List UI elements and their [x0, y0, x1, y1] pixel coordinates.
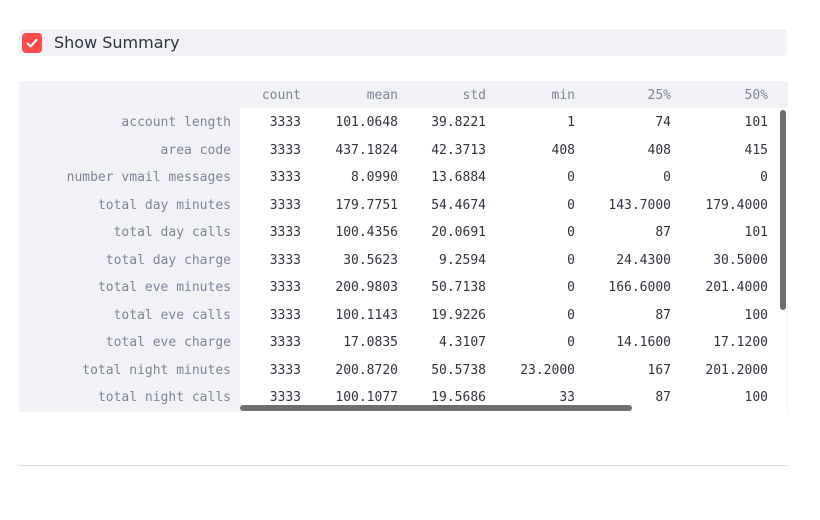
- row-label: account length: [121, 115, 231, 130]
- table-cell: 0: [567, 308, 575, 323]
- column-header[interactable]: std: [463, 88, 486, 104]
- table-cell: 0: [567, 198, 575, 213]
- table-cell: 24.4300: [616, 253, 671, 268]
- row-label: area code: [160, 143, 231, 158]
- table-cell: 100.1077: [335, 390, 398, 405]
- table-cell: 30.5000: [713, 253, 768, 268]
- row-label: total eve charge: [105, 335, 231, 350]
- table-cell: 87: [655, 225, 671, 240]
- table-cell: 3333: [269, 390, 301, 405]
- table-cell: 0: [760, 170, 768, 185]
- column-header[interactable]: 50%: [745, 88, 768, 104]
- table-cell: 201.2000: [705, 363, 768, 378]
- table-cell: 143.7000: [608, 198, 671, 213]
- section-divider: [19, 465, 787, 466]
- table-cell: 8.0990: [351, 170, 398, 185]
- table-cell: 101: [744, 225, 768, 240]
- table-cell: 200.9803: [335, 280, 398, 295]
- row-label: total eve calls: [113, 308, 231, 323]
- table-cell: 17.1200: [713, 335, 768, 350]
- table-cell: 408: [647, 143, 671, 158]
- table-cell: 100.4356: [335, 225, 398, 240]
- table-cell: 87: [655, 308, 671, 323]
- table-cell: 3333: [269, 280, 301, 295]
- checkmark-icon: [26, 38, 38, 47]
- table-cell: 33: [559, 390, 575, 405]
- table-cell: 19.5686: [431, 390, 486, 405]
- table-cell: 166.6000: [608, 280, 671, 295]
- column-header[interactable]: 25%: [648, 88, 671, 104]
- table-cell: 100: [744, 390, 768, 405]
- table-cell: 101.0648: [335, 115, 398, 130]
- summary-toggle-label: Show Summary: [54, 33, 180, 52]
- horizontal-scrollbar[interactable]: [240, 405, 632, 411]
- table-cell: 3333: [269, 308, 301, 323]
- table-cell: 100: [744, 308, 768, 323]
- row-label: total day calls: [113, 225, 231, 240]
- table-cell: 3333: [269, 253, 301, 268]
- show-summary-toggle[interactable]: Show Summary: [19, 29, 787, 56]
- summary-table[interactable]: count mean std min 25% 50% account length 3333 1…: [19, 81, 788, 412]
- table-cell: 0: [567, 335, 575, 350]
- column-header[interactable]: min: [552, 88, 575, 104]
- table-cell: 167: [647, 363, 671, 378]
- row-label: total eve minutes: [97, 280, 231, 295]
- table-cell: 101: [744, 115, 768, 130]
- column-header[interactable]: mean: [367, 88, 398, 104]
- table-cell: 3333: [269, 198, 301, 213]
- table-cell: 1: [567, 115, 575, 130]
- row-label: total day minutes: [97, 198, 231, 213]
- table-cell: 3333: [269, 143, 301, 158]
- table-cell: 201.4000: [705, 280, 768, 295]
- table-cell: 3333: [269, 335, 301, 350]
- table-cell: 0: [663, 170, 671, 185]
- table-cell: 50.5738: [431, 363, 486, 378]
- table-cell: 50.7138: [431, 280, 486, 295]
- table-cell: 30.5623: [343, 253, 398, 268]
- table-cell: 87: [655, 390, 671, 405]
- table-cell: 415: [744, 143, 768, 158]
- row-label: number vmail messages: [66, 170, 231, 185]
- row-label: total night calls: [97, 390, 231, 405]
- table-cell: 54.4674: [431, 198, 486, 213]
- table-cell: 0: [567, 280, 575, 295]
- table-cell: 408: [551, 143, 575, 158]
- table-cell: 9.2594: [439, 253, 486, 268]
- table-cell: 0: [567, 225, 575, 240]
- table-cell: 74: [655, 115, 671, 130]
- table-cell: 179.7751: [335, 198, 398, 213]
- row-label: total day charge: [105, 253, 231, 268]
- table-cell: 14.1600: [616, 335, 671, 350]
- table-cell: 179.4000: [705, 198, 768, 213]
- table-cell: 200.8720: [335, 363, 398, 378]
- row-label: total night minutes: [82, 363, 231, 378]
- table-cell: 20.0691: [431, 225, 486, 240]
- vertical-scrollbar[interactable]: [780, 110, 786, 310]
- table-cell: 3333: [269, 363, 301, 378]
- column-header[interactable]: count: [262, 88, 301, 104]
- table-cell: 3333: [269, 115, 301, 130]
- table-cell: 13.6884: [431, 170, 486, 185]
- table-cell: 17.0835: [343, 335, 398, 350]
- table-cell: 0: [567, 253, 575, 268]
- summary-checkbox[interactable]: [22, 32, 42, 53]
- table-cell: 3333: [269, 170, 301, 185]
- table-cell: 100.1143: [335, 308, 398, 323]
- table-cell: 4.3107: [439, 335, 486, 350]
- table-cell: 0: [567, 170, 575, 185]
- table-cell: 437.1824: [335, 143, 398, 158]
- table-cell: 42.3713: [431, 143, 486, 158]
- table-cell: 23.2000: [520, 363, 575, 378]
- table-cell: 3333: [269, 225, 301, 240]
- table-cell: 19.9226: [431, 308, 486, 323]
- table-cell: 39.8221: [431, 115, 486, 130]
